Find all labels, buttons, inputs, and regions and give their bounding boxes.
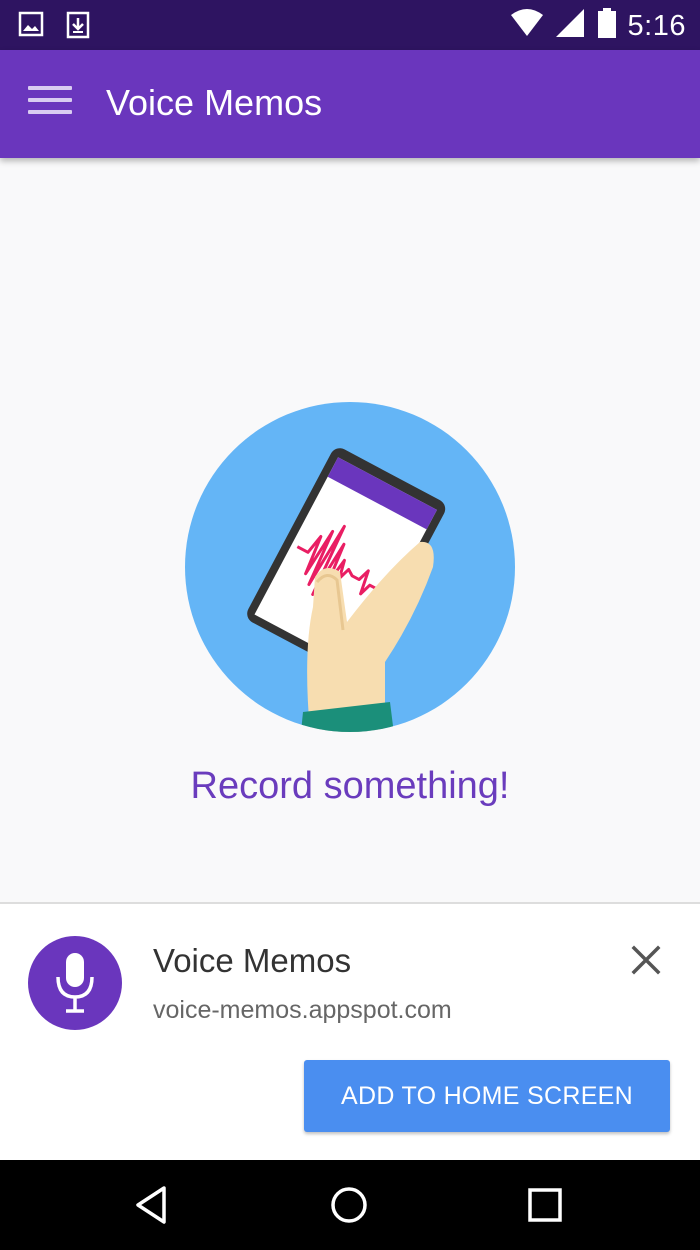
microphone-icon [28, 936, 122, 1030]
banner-app-name: Voice Memos [153, 942, 352, 979]
recents-icon[interactable] [522, 1182, 568, 1228]
app-title: Voice Memos [106, 82, 323, 123]
app-bar: Voice Memos [0, 50, 700, 158]
hamburger-menu-icon[interactable] [28, 86, 72, 122]
main-content: Record something! [0, 158, 700, 902]
status-time: 5:16 [627, 9, 686, 42]
empty-state-message: Record something! [190, 765, 510, 807]
banner-app-url: voice-memos.appspot.com [153, 996, 452, 1024]
wifi-icon [510, 9, 544, 42]
status-bar: 5:16 [0, 0, 700, 50]
signal-icon [555, 9, 586, 42]
image-notification-icon [18, 11, 44, 44]
download-notification-icon [66, 11, 90, 44]
close-icon[interactable] [626, 940, 666, 980]
add-to-home-screen-button[interactable]: ADD TO HOME SCREEN [304, 1060, 670, 1132]
battery-icon [597, 8, 616, 43]
navigation-bar [0, 1160, 700, 1250]
hand-holding-phone-recording-icon [185, 402, 515, 732]
add-to-homescreen-banner: Voice Memos voice-memos.appspot.com ADD … [0, 902, 700, 1160]
back-icon[interactable] [130, 1182, 176, 1228]
home-icon[interactable] [326, 1182, 372, 1228]
